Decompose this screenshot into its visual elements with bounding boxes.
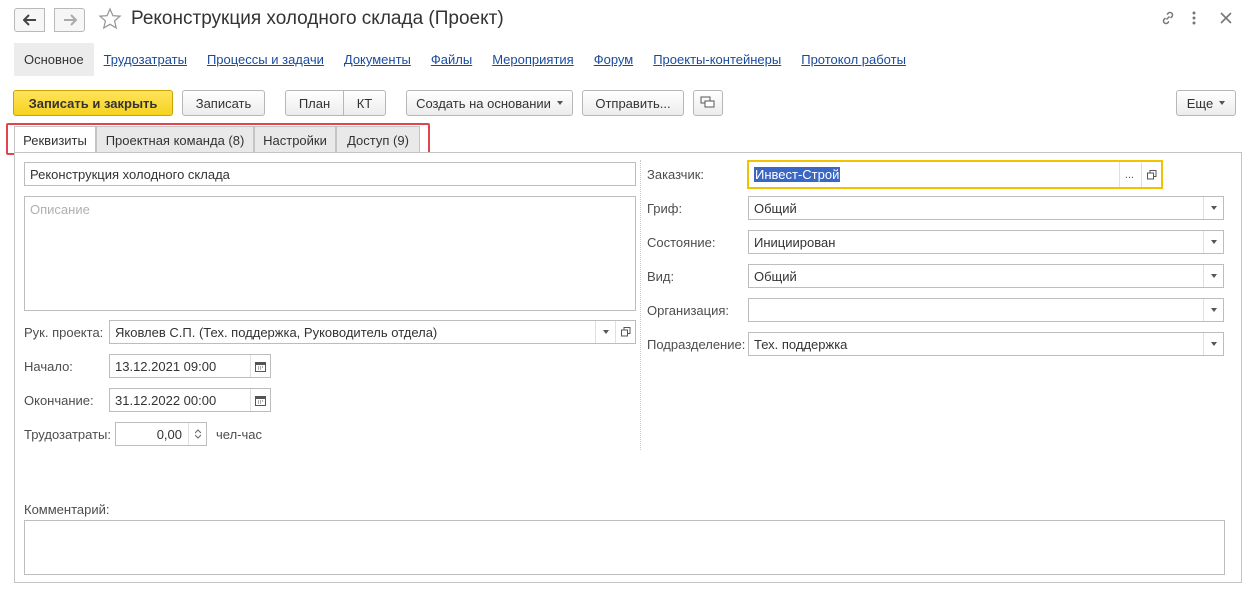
start-label: Начало:: [24, 359, 73, 374]
chevron-down-icon: [1219, 101, 1226, 105]
chevron-down-icon: [1210, 274, 1217, 278]
customer-value: Инвест-Строй: [754, 167, 841, 182]
manager-label: Рук. проекта:: [24, 325, 104, 340]
kind-label: Вид:: [647, 269, 675, 284]
calendar-icon: [255, 361, 266, 372]
create-based-on-label: Создать на основании: [416, 95, 551, 111]
nav-link-forum[interactable]: Форум: [594, 52, 634, 67]
ellipsis-icon: ...: [1124, 168, 1135, 181]
start-calendar-button[interactable]: [250, 355, 270, 377]
customer-label: Заказчик:: [647, 167, 705, 182]
state-label: Состояние:: [647, 235, 716, 250]
nav-link-processes[interactable]: Процессы и задачи: [207, 52, 324, 67]
dept-dropdown-button[interactable]: [1203, 333, 1223, 355]
state-value: Инициирован: [754, 234, 836, 250]
send-button[interactable]: Отправить...: [582, 90, 684, 116]
nav-link-documents[interactable]: Документы: [344, 52, 411, 67]
close-icon[interactable]: [1218, 10, 1234, 29]
chevron-down-icon: [1210, 342, 1217, 346]
customer-open-button[interactable]: [1141, 162, 1161, 187]
end-date-value: 31.12.2022 00:00: [115, 392, 217, 408]
manager-open-button[interactable]: [615, 321, 635, 343]
dept-select[interactable]: Тех. поддержка: [748, 332, 1224, 356]
nav-link-files[interactable]: Файлы: [431, 52, 472, 67]
comment-label: Комментарий:: [24, 502, 110, 517]
calendar-icon: [255, 395, 266, 406]
stepper-down-icon: [194, 434, 201, 439]
nav-link-labor[interactable]: Трудозатраты: [104, 52, 187, 67]
link-icon[interactable]: [1160, 10, 1176, 29]
arrow-right-icon: [63, 14, 77, 26]
discussion-button[interactable]: [693, 90, 723, 116]
labor-field[interactable]: 0,00: [115, 422, 207, 446]
nav-link-events[interactable]: Мероприятия: [492, 52, 574, 67]
more-vertical-icon[interactable]: [1190, 10, 1198, 29]
open-window-icon: [620, 327, 630, 337]
org-select[interactable]: [748, 298, 1224, 322]
start-date-field[interactable]: 13.12.2021 09:00: [109, 354, 271, 378]
save-and-close-button[interactable]: Записать и закрыть: [13, 90, 173, 116]
arrow-left-icon: [22, 14, 36, 26]
more-label: Еще: [1186, 95, 1214, 111]
end-date-field[interactable]: 31.12.2022 00:00: [109, 388, 271, 412]
chevron-down-icon: [602, 330, 609, 334]
kind-dropdown-button[interactable]: [1203, 265, 1223, 287]
plan-button[interactable]: План: [285, 90, 344, 116]
project-name-field[interactable]: Реконструкция холодного склада: [24, 162, 636, 186]
manager-value: Яковлев С.П. (Тех. поддержка, Руководите…: [115, 324, 438, 340]
open-window-icon: [1146, 169, 1156, 179]
kt-button[interactable]: КТ: [343, 90, 386, 116]
chevron-down-icon: [556, 101, 563, 105]
customer-field[interactable]: Инвест-Строй ...: [747, 160, 1163, 189]
end-label: Окончание:: [24, 393, 94, 408]
forward-button[interactable]: [54, 8, 85, 32]
section-nav: Основное Трудозатраты Процессы и задачи …: [14, 43, 906, 76]
grif-value: Общий: [754, 200, 797, 216]
create-based-on-button[interactable]: Создать на основании: [406, 90, 573, 116]
dept-label: Подразделение:: [647, 337, 746, 352]
grif-dropdown-button[interactable]: [1203, 197, 1223, 219]
labor-value: 0,00: [156, 426, 182, 442]
end-calendar-button[interactable]: [250, 389, 270, 411]
chevron-down-icon: [1210, 240, 1217, 244]
description-placeholder: Описание: [30, 202, 90, 217]
labor-stepper[interactable]: [188, 423, 206, 445]
kind-select[interactable]: Общий: [748, 264, 1224, 288]
state-select[interactable]: Инициирован: [748, 230, 1224, 254]
chevron-down-icon: [1210, 308, 1217, 312]
start-date-value: 13.12.2021 09:00: [115, 358, 217, 374]
dept-value: Тех. поддержка: [754, 336, 848, 352]
kind-value: Общий: [754, 268, 797, 284]
favorite-star-icon[interactable]: [98, 7, 122, 34]
grif-label: Гриф:: [647, 201, 683, 216]
back-button[interactable]: [14, 8, 45, 32]
state-dropdown-button[interactable]: [1203, 231, 1223, 253]
customer-select-button[interactable]: ...: [1119, 162, 1139, 187]
more-button[interactable]: Еще: [1176, 90, 1236, 116]
tabs-highlight-frame: [6, 123, 430, 155]
comment-field[interactable]: [24, 520, 1225, 575]
description-field[interactable]: Описание: [24, 196, 636, 311]
manager-field[interactable]: Яковлев С.П. (Тех. поддержка, Руководите…: [109, 320, 636, 344]
nav-main[interactable]: Основное: [14, 43, 94, 76]
nav-link-log[interactable]: Протокол работы: [801, 52, 906, 67]
page-title: Реконструкция холодного склада (Проект): [131, 8, 504, 29]
labor-unit: чел-час: [216, 427, 262, 442]
org-label: Организация:: [647, 303, 730, 318]
chat-icon: [700, 96, 715, 108]
nav-link-containers[interactable]: Проекты-контейнеры: [653, 52, 781, 67]
org-dropdown-button[interactable]: [1203, 299, 1223, 321]
save-button[interactable]: Записать: [182, 90, 265, 116]
labor-label: Трудозатраты:: [24, 427, 111, 442]
grif-select[interactable]: Общий: [748, 196, 1224, 220]
column-separator: [640, 160, 641, 450]
manager-dropdown-button[interactable]: [595, 321, 615, 343]
chevron-down-icon: [1210, 206, 1217, 210]
